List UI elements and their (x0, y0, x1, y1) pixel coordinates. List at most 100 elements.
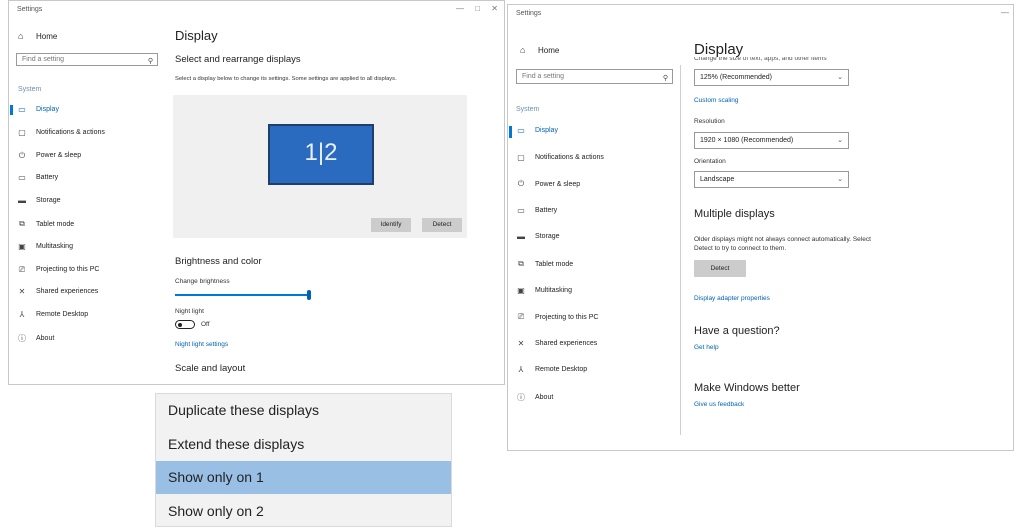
multitask-icon: ▣ (18, 241, 26, 251)
monitor-icon: ▭ (517, 126, 525, 135)
home-icon: ⌂ (520, 45, 526, 55)
sidebar-item-multitasking[interactable]: ▣ Multitasking (17, 242, 73, 251)
tablet-icon: ⧉ (518, 259, 524, 268)
sidebar-item-label: Notifications & actions (535, 153, 604, 161)
night-light-toggle[interactable] (175, 320, 195, 329)
slider-thumb[interactable] (307, 290, 311, 300)
title-bar: Settings — □ ✕ (9, 1, 504, 17)
sidebar-item-notifications-actions[interactable]: ▢ Notifications & actions (17, 128, 105, 137)
menu-item-show-only-on-2[interactable]: Show only on 2 (156, 495, 451, 528)
sidebar-item-shared-experiences[interactable]: ✕ Shared experiences (17, 287, 99, 296)
search-input[interactable]: Find a setting ⚲ (16, 53, 158, 66)
sidebar-item-power-sleep[interactable]: ⏻ Power & sleep (17, 151, 81, 161)
menu-item-duplicate-these-displays[interactable]: Duplicate these displays (156, 394, 451, 427)
sidebar-item-label: Tablet mode (36, 220, 75, 228)
content-divider (680, 65, 681, 435)
tablet-icon: ⧉ (19, 219, 25, 228)
sidebar-item-label: Power & sleep (535, 180, 581, 188)
scale-dropdown[interactable]: 125% (Recommended) ⌄ (694, 69, 849, 86)
sidebar-item-display[interactable]: ▭ Display (17, 105, 59, 114)
chevron-down-icon: ⌄ (837, 176, 843, 183)
sidebar-item-label: Multitasking (535, 286, 572, 294)
remote-icon: ⅄ (518, 365, 524, 375)
title-bar: Settings — (508, 5, 1013, 21)
sidebar-item-tablet-mode[interactable]: ⧉ Tablet mode (17, 219, 74, 229)
sidebar-item-notifications-actions[interactable]: ▢ Notifications & actions (516, 153, 604, 162)
sidebar-item-label: Shared experiences (535, 339, 598, 347)
search-icon: ⚲ (147, 58, 153, 65)
night-light-settings-link[interactable]: Night light settings (175, 341, 228, 348)
detect-button[interactable]: Detect (694, 260, 746, 277)
sidebar-item-about[interactable]: ⓘ About (17, 333, 54, 344)
home-link[interactable]: ⌂ Home (520, 45, 559, 55)
multitask-icon: ▣ (517, 285, 525, 295)
home-link[interactable]: ⌂ Home (18, 31, 57, 41)
search-input[interactable]: Find a setting ⚲ (516, 69, 673, 84)
rearrange-heading: Select and rearrange displays (175, 54, 301, 65)
resolution-dropdown[interactable]: 1920 × 1080 (Recommended) ⌄ (694, 132, 849, 149)
window-title: Settings (17, 6, 43, 13)
power-icon: ⏻ (18, 150, 26, 160)
rearrange-description: Select a display below to change its set… (175, 76, 397, 82)
sidebar-item-label: Storage (535, 233, 560, 241)
display-arrangement-area[interactable]: 1|2 Identify Detect (173, 95, 467, 238)
storage-icon: ▬ (517, 232, 525, 242)
identify-button[interactable]: Identify (371, 218, 411, 232)
sidebar-item-label: Projecting to this PC (36, 266, 100, 274)
window-title: Settings (516, 10, 542, 17)
custom-scaling-link[interactable]: Custom scaling (694, 97, 738, 104)
brightness-slider[interactable] (175, 290, 311, 300)
orientation-dropdown[interactable]: Landscape ⌄ (694, 171, 849, 188)
sidebar-item-label: About (535, 394, 554, 401)
project-menu: Duplicate these displays Extend these dis… (155, 393, 452, 527)
resolution-label: Resolution (694, 118, 725, 125)
display-adapter-properties-link[interactable]: Display adapter properties (694, 295, 770, 302)
selected-indicator (509, 126, 512, 138)
sidebar-item-power-sleep[interactable]: ⏻ Power & sleep (516, 179, 580, 189)
night-light-label: Night light (175, 308, 204, 315)
sidebar-item-label: Multitasking (36, 242, 73, 250)
sidebar-item-display[interactable]: ▭ Display (516, 126, 558, 135)
home-label: Home (538, 45, 560, 55)
storage-icon: ▬ (18, 196, 26, 206)
sidebar-item-storage[interactable]: ▬ Storage (516, 232, 560, 241)
sidebar-item-remote-desktop[interactable]: ⅄ Remote Desktop (516, 365, 588, 375)
sidebar-item-tablet-mode[interactable]: ⧉ Tablet mode (516, 259, 573, 269)
message-icon: ▢ (517, 152, 525, 162)
brightness-label: Change brightness (175, 278, 230, 285)
minimize-icon[interactable]: — (1001, 8, 1009, 17)
close-icon[interactable]: ✕ (491, 4, 498, 13)
sidebar-item-about[interactable]: ⓘ About (516, 392, 553, 403)
sidebar-item-projecting-to-this-pc[interactable]: ⎚ Projecting to this PC (516, 312, 599, 322)
page-title: Display (175, 28, 218, 43)
sidebar-item-battery[interactable]: ▭ Battery (17, 173, 58, 182)
minimize-icon[interactable]: — (456, 4, 464, 13)
monitor-tile[interactable]: 1|2 (268, 124, 374, 185)
sidebar-item-projecting-to-this-pc[interactable]: ⎚ Projecting to this PC (17, 265, 100, 275)
share-icon: ✕ (517, 338, 525, 348)
monitor-icon: ▭ (18, 105, 26, 114)
brightness-heading: Brightness and color (175, 256, 262, 267)
page-title: Display (694, 41, 744, 58)
sidebar-item-shared-experiences[interactable]: ✕ Shared experiences (516, 338, 598, 348)
feedback-link[interactable]: Give us feedback (694, 401, 744, 408)
maximize-icon[interactable]: □ (475, 4, 480, 13)
menu-item-extend-these-displays[interactable]: Extend these displays (156, 428, 451, 461)
resolution-value: 1920 × 1080 (Recommended) (700, 137, 794, 144)
section-label: System (18, 86, 42, 93)
selected-indicator (10, 105, 13, 115)
chevron-down-icon: ⌄ (837, 74, 843, 81)
multiple-displays-heading: Multiple displays (694, 208, 775, 220)
sidebar-item-multitasking[interactable]: ▣ Multitasking (516, 286, 572, 295)
menu-item-show-only-on-1[interactable]: Show only on 1 (156, 461, 451, 494)
sidebar-item-label: Power & sleep (36, 152, 82, 160)
get-help-link[interactable]: Get help (694, 344, 719, 351)
sidebar-item-remote-desktop[interactable]: ⅄ Remote Desktop (17, 310, 89, 319)
right-settings-window: Settings — ⌂ Home Find a setting ⚲ Syste… (507, 4, 1014, 451)
section-label: System (516, 106, 540, 113)
sidebar-item-storage[interactable]: ▬ Storage (17, 196, 61, 205)
power-icon: ⏻ (517, 179, 525, 189)
sidebar-item-battery[interactable]: ▭ Battery (516, 206, 557, 215)
home-icon: ⌂ (18, 31, 24, 41)
detect-button[interactable]: Detect (422, 218, 462, 232)
